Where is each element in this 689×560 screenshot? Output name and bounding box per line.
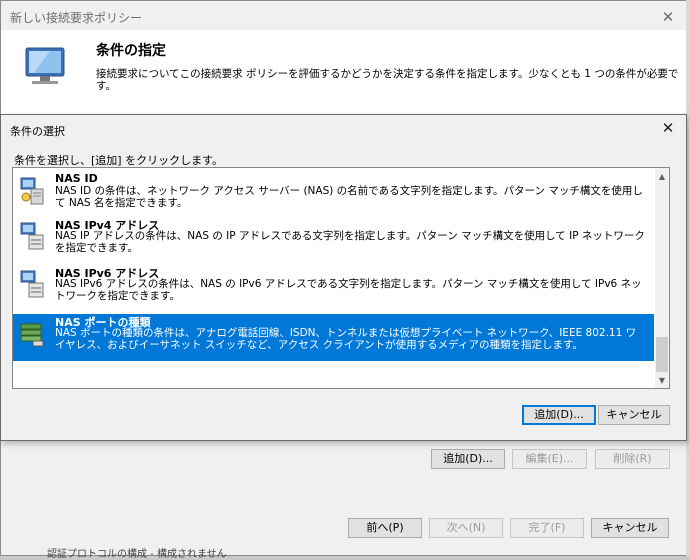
list-item-name: NAS ID [55,172,98,185]
list-item-nas-port-type[interactable]: NAS ポートの種類 NAS ポートの種類の条件は、アナログ電話回線、ISDN、… [13,314,654,361]
dialog-close-icon[interactable]: ✕ [657,119,679,137]
wizard-header-title: 条件の指定 [96,43,166,59]
wizard-remove-button[interactable]: 削除(R) [595,449,670,469]
scroll-down-icon[interactable]: ▼ [655,376,669,385]
wizard-title: 新しい接続要求ポリシー [10,11,143,25]
list-item-desc: NAS IP アドレスの条件は、NAS の IP アドレスである文字列を指定しま… [55,230,645,254]
prev-button[interactable]: 前へ(P) [348,518,422,538]
condition-list[interactable]: NAS ID NAS ID の条件は、ネットワーク アクセス サーバー (NAS… [12,167,670,389]
scroll-up-icon[interactable]: ▲ [655,172,669,181]
monitor-icon [25,47,65,84]
dialog-add-button[interactable]: 追加(D)... [522,405,596,425]
dialog-prompt: 条件を選択し、[追加] をクリックします。 [14,154,223,167]
finish-button[interactable]: 完了(F) [510,518,584,538]
dialog-cancel-button[interactable]: キャンセル [598,405,670,425]
network-device-icon [20,222,44,250]
wizard-cancel-button[interactable]: キャンセル [591,518,669,538]
scrollbar-thumb[interactable] [656,337,668,372]
bottom-status-text: 認証プロトコルの構成 - 構成されません [47,549,227,560]
next-button[interactable]: 次へ(N) [429,518,503,538]
wizard-close-icon[interactable]: ✕ [657,8,679,26]
wizard-edit-button[interactable]: 編集(E)... [512,449,587,469]
list-item-nas-ipv6[interactable]: NAS IPv6 アドレス NAS IPv6 アドレスの条件は、NAS の IP… [13,265,654,311]
list-item-desc: NAS ポートの種類の条件は、アナログ電話回線、ISDN、トンネルまたは仮想プラ… [55,327,637,351]
network-device-icon [20,270,44,298]
wizard-add-button[interactable]: 追加(D)... [431,449,505,469]
network-port-icon [20,323,44,347]
server-icon [20,177,44,205]
list-item-desc: NAS IPv6 アドレスの条件は、NAS の IPv6 アドレスである文字列を… [55,278,642,302]
list-item-desc: NAS ID の条件は、ネットワーク アクセス サーバー (NAS) の名前であ… [55,185,643,209]
wizard-header-desc: 接続要求についてこの接続要求 ポリシーを評価するかどうかを決定する条件を指定しま… [96,68,679,92]
list-item-nas-id[interactable]: NAS ID NAS ID の条件は、ネットワーク アクセス サーバー (NAS… [13,172,654,216]
dialog-title: 条件の選択 [10,125,65,138]
list-item-nas-ipv4[interactable]: NAS IPv4 アドレス NAS IP アドレスの条件は、NAS の IP ア… [13,217,654,262]
